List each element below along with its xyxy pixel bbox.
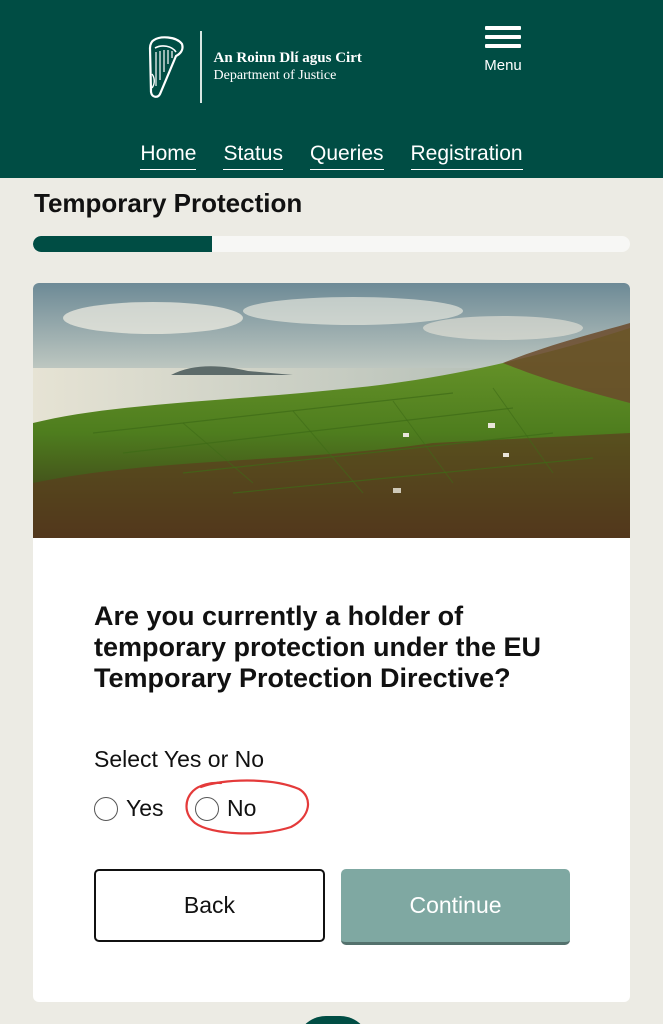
question-card: Are you currently a holder of temporary … bbox=[33, 283, 630, 1002]
hamburger-icon bbox=[485, 24, 521, 50]
site-header: An Roinn Dlí agus Cirt Department of Jus… bbox=[0, 0, 663, 178]
back-button[interactable]: Back bbox=[94, 869, 325, 942]
menu-button[interactable]: Menu bbox=[478, 24, 528, 80]
nav-link-queries[interactable]: Queries bbox=[309, 142, 384, 170]
harp-icon bbox=[148, 36, 184, 98]
progress-bar bbox=[33, 236, 630, 252]
radio-no-circle[interactable] bbox=[195, 796, 219, 821]
radio-option-yes[interactable]: Yes bbox=[94, 795, 164, 822]
page-title: Temporary Protection bbox=[34, 188, 303, 218]
continue-button[interactable]: Continue bbox=[341, 869, 570, 945]
progress-bar-fill bbox=[33, 236, 213, 252]
radio-yes-label: Yes bbox=[126, 795, 164, 821]
nav-link-status[interactable]: Status bbox=[223, 142, 283, 170]
department-logo[interactable]: An Roinn Dlí agus Cirt Department of Jus… bbox=[146, 30, 376, 104]
instruction-label: Select Yes or No bbox=[94, 746, 265, 772]
question-text: Are you currently a holder of temporary … bbox=[94, 601, 542, 693]
nav-link-home[interactable]: Home bbox=[140, 142, 197, 170]
bottom-floating-element bbox=[296, 1016, 370, 1024]
logo-text: An Roinn Dlí agus Cirt Department of Jus… bbox=[214, 50, 362, 84]
radio-option-no[interactable]: No bbox=[195, 795, 256, 822]
department-english-name: Department of Justice bbox=[213, 68, 337, 83]
landscape-photo bbox=[33, 283, 630, 538]
nav-link-registration[interactable]: Registration bbox=[410, 142, 523, 170]
main-nav: Home Status Queries Registration bbox=[0, 142, 663, 170]
menu-label: Menu bbox=[484, 57, 522, 74]
department-irish-name: An Roinn Dlí agus Cirt bbox=[213, 50, 362, 66]
radio-no-label: No bbox=[227, 795, 257, 821]
radio-yes-circle[interactable] bbox=[94, 796, 118, 821]
logo-divider bbox=[200, 31, 202, 103]
